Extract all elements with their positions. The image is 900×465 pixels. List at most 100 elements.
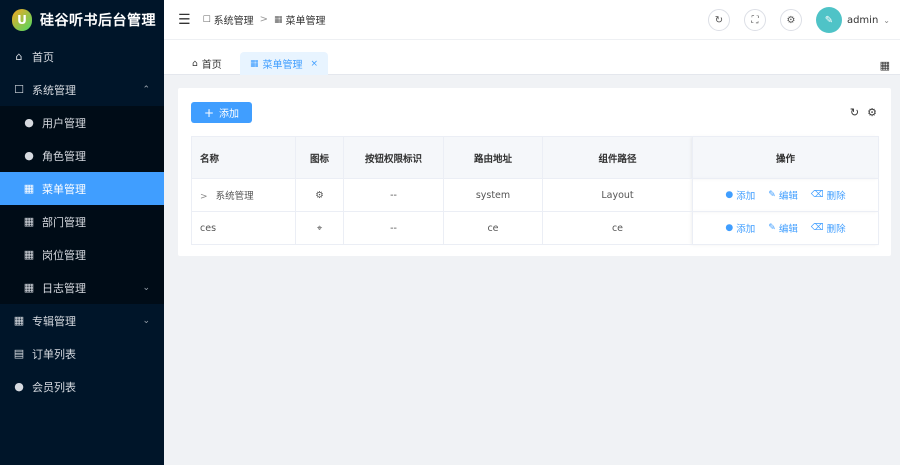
add-button[interactable]: + 添加	[191, 102, 252, 123]
sidebar-item-menus[interactable]: ▦ 菜单管理	[0, 172, 164, 205]
sidebar-item-departments[interactable]: ▦ 部门管理	[0, 205, 164, 238]
sidebar-item-label: 订单列表	[32, 347, 76, 361]
top-header: ☰ ☐ 系统管理 > ▦ 菜单管理 ↻ ⛶ ⚙ ✎ admin ⌄	[164, 0, 900, 40]
clipboard-icon: ▤	[13, 347, 25, 360]
sidebar-item-members[interactable]: ● 会员列表	[0, 370, 164, 403]
sidebar-item-home[interactable]: ⌂ 首页	[0, 40, 164, 73]
sidebar-submenu-system: ● 用户管理 ● 角色管理 ▦ 菜单管理 ▦ 部门管理 ▦ 岗位管理 ▦ 日志管…	[0, 106, 164, 304]
album-icon: ▦	[13, 314, 25, 327]
header-actions: ↻ ⛶ ⚙ ✎ admin ⌄	[694, 0, 890, 40]
action-label: 添加	[736, 224, 756, 235]
sidebar-item-label: 首页	[32, 50, 54, 64]
grid-icon: ▦	[23, 248, 35, 261]
expand-arrow-icon[interactable]: >	[200, 192, 208, 202]
add-button-label: 添加	[219, 109, 240, 120]
sidebar-item-label: 部门管理	[42, 215, 86, 229]
cell-component: ce	[542, 211, 693, 245]
sidebar-item-label: 会员列表	[32, 380, 76, 394]
column-header: 组件路径	[542, 136, 693, 179]
cell-name-text: ces	[200, 222, 217, 234]
column-header: 路由地址	[443, 136, 543, 179]
cell-name: ces	[191, 211, 296, 245]
edit-icon: ✎	[768, 190, 776, 200]
action-label: 删除	[826, 191, 846, 202]
chevron-up-icon: ⌃	[142, 84, 150, 95]
breadcrumb-item[interactable]: 系统管理	[214, 12, 254, 27]
row-delete-button[interactable]: ⌫ 删除	[811, 221, 846, 235]
table-header-row: 名称 图标 按钮权限标识 路由地址 组件路径 操作	[191, 136, 879, 179]
row-add-button[interactable]: ● 添加	[725, 188, 755, 202]
table-row: > 系统管理 ⚙ -- system Layout ● 添加 ✎ 编辑 ⌫ 删除	[191, 178, 879, 212]
row-add-button[interactable]: ● 添加	[725, 221, 755, 235]
gear-icon: ⚙	[315, 189, 324, 201]
user-plus-icon: ●	[725, 190, 734, 200]
menu-toggle-icon[interactable]: ☰	[178, 12, 191, 28]
breadcrumb-item: 菜单管理	[285, 16, 326, 27]
home-icon: ⌂	[192, 58, 198, 69]
lock-icon: ☐	[202, 14, 211, 25]
sidebar-item-label: 用户管理	[42, 116, 86, 130]
action-label: 添加	[736, 191, 756, 202]
column-header: 名称	[191, 136, 296, 179]
cell-component: Layout	[542, 178, 693, 212]
sidebar-item-system[interactable]: ☐ 系统管理 ⌃	[0, 73, 164, 106]
cell-icon: ⌖	[295, 211, 344, 245]
user-icon: ●	[24, 149, 34, 162]
trash-icon: ⌫	[810, 223, 824, 233]
sidebar: U 硅谷听书后台管理 ⌂ 首页 ☐ 系统管理 ⌃ ● 用户管理 ● 角色管理 ▦…	[0, 0, 164, 465]
logo-icon: U	[12, 9, 32, 31]
plus-icon: +	[203, 105, 215, 120]
row-edit-button[interactable]: ✎ 编辑	[768, 221, 798, 235]
sidebar-item-users[interactable]: ● 用户管理	[0, 106, 164, 139]
app-logo[interactable]: U 硅谷听书后台管理	[0, 0, 164, 40]
cell-route: system	[443, 178, 543, 212]
edit-icon: ✎	[768, 223, 776, 233]
cell-route: ce	[443, 211, 543, 245]
sidebar-item-label: 岗位管理	[42, 248, 86, 262]
sidebar-item-roles[interactable]: ● 角色管理	[0, 139, 164, 172]
refresh-icon[interactable]: ↻	[850, 106, 859, 119]
app-title: 硅谷听书后台管理	[40, 13, 156, 29]
breadcrumb: ☐ 系统管理 > ▦ 菜单管理	[203, 12, 326, 27]
fullscreen-icon: ⛶	[751, 14, 759, 26]
grid-icon: ▦	[23, 281, 35, 294]
home-icon: ⌂	[15, 50, 23, 63]
cell-perm: --	[343, 178, 444, 212]
crosshair-icon: ⌖	[316, 222, 323, 234]
grid-icon: ▦	[23, 182, 35, 195]
table-tools: ↻ ⚙	[842, 106, 877, 119]
sidebar-item-positions[interactable]: ▦ 岗位管理	[0, 238, 164, 271]
grid-icon: ▦	[23, 215, 35, 228]
tabs-menu-grid-icon[interactable]: ▦	[880, 59, 890, 72]
content-card: + 添加 ↻ ⚙ 名称 图标 按钮权限标识 路由地址 组件路径 操作 > 系统管…	[178, 88, 891, 256]
settings-button[interactable]: ⚙	[779, 9, 802, 31]
lock-icon: ☐	[14, 83, 24, 96]
breadcrumb-separator-icon: >	[259, 14, 269, 25]
gear-icon: ⚙	[786, 14, 796, 26]
user-plus-icon: ●	[725, 223, 734, 233]
tab-label: 首页	[201, 60, 222, 71]
sidebar-item-label: 专辑管理	[32, 314, 76, 328]
sidebar-item-label: 角色管理	[42, 149, 86, 163]
row-delete-button[interactable]: ⌫ 删除	[811, 188, 846, 202]
column-header: 按钮权限标识	[343, 136, 444, 179]
column-header: 操作	[692, 136, 879, 179]
tab-home[interactable]: ⌂ 首页	[182, 52, 232, 75]
tab-menu-management[interactable]: ▦ 菜单管理 ×	[240, 52, 329, 75]
sidebar-item-label: 日志管理	[42, 281, 86, 295]
close-icon[interactable]: ×	[311, 59, 319, 69]
user-name[interactable]: admin	[847, 15, 878, 26]
row-edit-button[interactable]: ✎ 编辑	[768, 188, 798, 202]
sidebar-item-logs[interactable]: ▦ 日志管理 ⌄	[0, 271, 164, 304]
sidebar-item-orders[interactable]: ▤ 订单列表	[0, 337, 164, 370]
grid-icon: ▦	[250, 58, 259, 69]
table-row: ces ⌖ -- ce ce ● 添加 ✎ 编辑 ⌫ 删除	[191, 211, 879, 245]
chevron-down-icon[interactable]: ⌄	[883, 16, 890, 25]
sidebar-item-albums[interactable]: ▦ 专辑管理 ⌄	[0, 304, 164, 337]
user-icon: ●	[14, 380, 24, 393]
gear-icon[interactable]: ⚙	[867, 106, 877, 119]
sidebar-item-label: 菜单管理	[42, 182, 86, 196]
refresh-button[interactable]: ↻	[707, 9, 730, 31]
avatar[interactable]: ✎	[815, 7, 842, 33]
fullscreen-button[interactable]: ⛶	[743, 9, 766, 31]
